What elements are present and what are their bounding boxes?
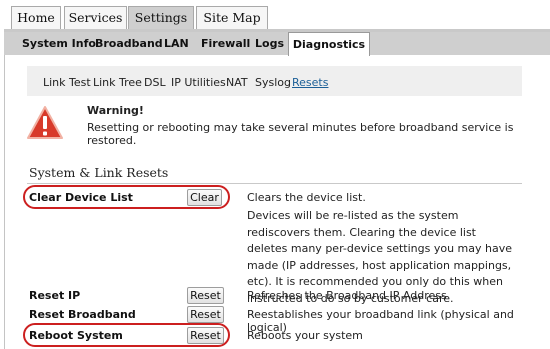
tab-services[interactable]: Services bbox=[64, 6, 127, 29]
section-title: System & Link Resets bbox=[29, 165, 169, 180]
diagnostics-subnav: Link Test Link Tree DSL IP Utilities NAT… bbox=[27, 66, 522, 96]
clear-device-list-description: Clears the device list. bbox=[247, 191, 366, 204]
reboot-system-description: Reboots your system bbox=[247, 329, 363, 342]
reset-broadband-label: Reset Broadband bbox=[29, 308, 136, 321]
link-ip-utilities[interactable]: IP Utilities bbox=[171, 76, 226, 89]
subtab-broadband[interactable]: Broadband bbox=[95, 32, 163, 55]
tab-settings[interactable]: Settings bbox=[128, 6, 194, 29]
reset-ip-button[interactable]: Reset bbox=[187, 287, 224, 304]
warning-title: Warning! bbox=[87, 104, 144, 117]
link-link-tree[interactable]: Link Tree bbox=[93, 76, 142, 89]
tab-home[interactable]: Home bbox=[11, 6, 61, 29]
reset-broadband-button[interactable]: Reset bbox=[187, 306, 224, 323]
highlight-oval-reboot bbox=[23, 323, 230, 347]
subtab-firewall[interactable]: Firewall bbox=[201, 32, 250, 55]
highlight-oval-clear bbox=[23, 185, 230, 209]
settings-subnav: System Info Broadband LAN Firewall Logs … bbox=[4, 32, 550, 56]
subtab-system-info[interactable]: System Info bbox=[22, 32, 96, 55]
reset-ip-label: Reset IP bbox=[29, 289, 81, 302]
subtab-diagnostics[interactable]: Diagnostics bbox=[288, 32, 370, 56]
link-link-test[interactable]: Link Test bbox=[43, 76, 91, 89]
subtab-logs[interactable]: Logs bbox=[255, 32, 284, 55]
reset-ip-description: Refreshes the Broadband IP Address bbox=[247, 289, 447, 302]
warning-message: Resetting or rebooting may take several … bbox=[87, 121, 514, 147]
link-dsl[interactable]: DSL bbox=[144, 76, 166, 89]
section-divider bbox=[27, 183, 522, 184]
warning-triangle-icon bbox=[27, 106, 63, 139]
link-resets[interactable]: Resets bbox=[292, 76, 328, 89]
link-syslog[interactable]: Syslog bbox=[255, 76, 291, 89]
tab-site-map[interactable]: Site Map bbox=[196, 6, 268, 29]
subtab-lan[interactable]: LAN bbox=[164, 32, 189, 55]
link-nat[interactable]: NAT bbox=[226, 76, 248, 89]
